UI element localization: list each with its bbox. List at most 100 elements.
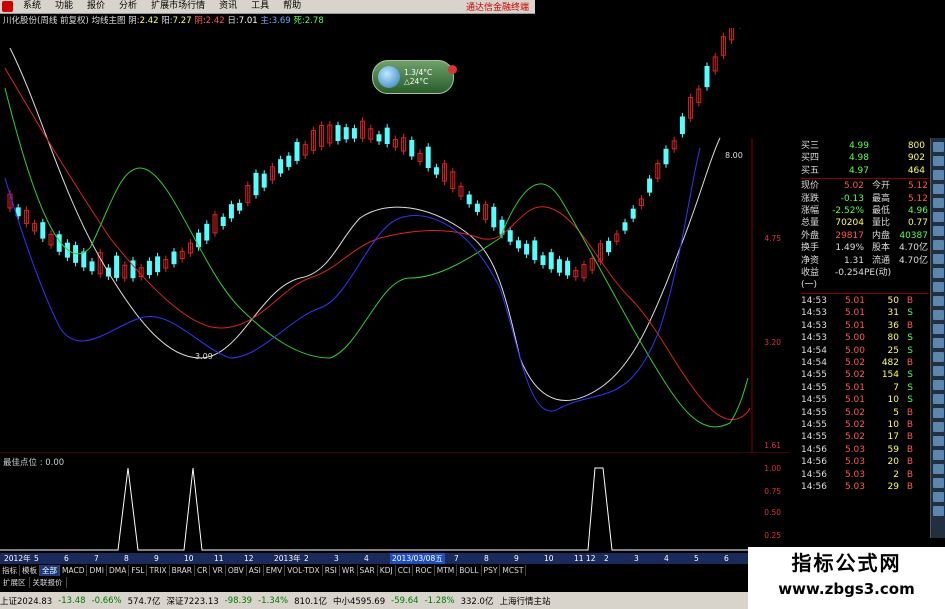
tick-direction: B	[906, 320, 913, 331]
tab-fsl[interactable]: FSL	[129, 565, 148, 576]
status-item: -1.28%	[424, 595, 455, 606]
candle-body	[89, 261, 95, 272]
toolbar-button[interactable]	[933, 380, 944, 390]
toolbar-button[interactable]	[933, 268, 944, 278]
tab-psy[interactable]: PSY	[482, 565, 501, 576]
subtab[interactable]: 扩展区	[0, 577, 30, 588]
quote-row: 现价 5.02 今开 5.12	[801, 180, 929, 192]
tick-direction: S	[907, 345, 913, 356]
tab-macd[interactable]: MACD	[60, 565, 88, 576]
tab-rsi[interactable]: RSI	[323, 565, 340, 576]
date-tick: 8	[484, 554, 489, 563]
tick-row: 14:56 5.03 2 B	[801, 469, 929, 481]
close-icon[interactable]	[448, 65, 457, 74]
tab-sar[interactable]: SAR	[358, 565, 378, 576]
tab-dmi[interactable]: DMI	[87, 565, 107, 576]
toolbar-button[interactable]	[933, 408, 944, 418]
tab-trix[interactable]: TRIX	[147, 565, 170, 576]
quote-label: 涨跌	[801, 193, 820, 204]
tick-direction: B	[906, 295, 913, 306]
toolbar-button[interactable]	[933, 156, 944, 166]
tab-vr[interactable]: VR	[210, 565, 226, 576]
menu-extended-market[interactable]: 扩展市场行情	[144, 0, 212, 13]
low-value: 2.42	[205, 16, 225, 26]
indicator-chart[interactable]	[0, 462, 760, 552]
tick-row: 14:55 5.02 154 S	[801, 369, 929, 381]
toolbar-button[interactable]	[933, 394, 944, 404]
subtab[interactable]: 关联报价	[30, 577, 67, 588]
candle-body	[409, 140, 415, 157]
tab-dma[interactable]: DMA	[107, 565, 130, 576]
tab-obv[interactable]: OBV	[226, 565, 247, 576]
order-price: 4.99	[848, 141, 869, 151]
toolbar-button[interactable]	[933, 310, 944, 320]
weather-widget[interactable]: 1.3/4°C △24°C	[372, 60, 457, 94]
menu-news[interactable]: 资讯	[212, 0, 244, 13]
toolbar-button[interactable]	[933, 366, 944, 376]
quote-value: 5.12	[907, 181, 928, 192]
tab-mcst[interactable]: MCST	[500, 565, 527, 576]
quote-label: 最低	[871, 206, 890, 217]
menu-function[interactable]: 功能	[48, 0, 80, 13]
toolbar-button[interactable]	[933, 226, 944, 236]
status-item: 深证7223.13	[166, 596, 219, 607]
tick-volume: 50	[887, 295, 899, 306]
toolbar-button[interactable]	[933, 450, 944, 460]
toolbar-button[interactable]	[933, 464, 944, 474]
candle-body	[376, 134, 382, 142]
toolbar-button[interactable]	[933, 352, 944, 362]
tab-cr[interactable]: CR	[195, 565, 211, 576]
toolbar-button[interactable]	[933, 240, 944, 250]
high-label: 阳	[161, 16, 170, 26]
menu-analysis[interactable]: 分析	[112, 0, 144, 13]
tab-emv[interactable]: EMV	[264, 565, 286, 576]
tick-price: 5.03	[844, 457, 865, 468]
menu-quote[interactable]: 报价	[80, 0, 112, 13]
menu-tools[interactable]: 工具	[244, 0, 276, 13]
axis-label-ind-3: 0.50	[764, 508, 781, 517]
tab-cci[interactable]: CCI	[396, 565, 414, 576]
quote-label: 涨幅	[801, 206, 820, 217]
candle-body	[425, 146, 431, 169]
toolbar-button[interactable]	[933, 422, 944, 432]
tab-boll[interactable]: BOLL	[457, 565, 482, 576]
toolbar-button[interactable]	[933, 254, 944, 264]
toolbar-button[interactable]	[933, 506, 944, 516]
tab-全部[interactable]: 全部	[40, 565, 60, 576]
tab-模板[interactable]: 模板	[20, 565, 40, 576]
right-toolbar	[930, 138, 945, 538]
tab-roc[interactable]: ROC	[413, 565, 435, 576]
toolbar-button[interactable]	[933, 338, 944, 348]
toolbar-button[interactable]	[933, 492, 944, 502]
menu-system[interactable]: 系统	[16, 0, 48, 13]
toolbar-button[interactable]	[933, 282, 944, 292]
tab-指标[interactable]: 指标	[0, 565, 20, 576]
indicator-line	[0, 467, 760, 551]
toolbar-button[interactable]	[933, 142, 944, 152]
high-value: 7.27	[172, 16, 192, 26]
tab-mtm[interactable]: MTM	[435, 565, 458, 576]
toolbar-button[interactable]	[933, 170, 944, 180]
toolbar-button[interactable]	[933, 198, 944, 208]
divider	[801, 178, 929, 180]
tab-asi[interactable]: ASI	[247, 565, 264, 576]
toolbar-button[interactable]	[933, 184, 944, 194]
menu-help[interactable]: 帮助	[276, 0, 308, 13]
candle-body	[622, 222, 628, 231]
toolbar-button[interactable]	[933, 212, 944, 222]
tab-kdj[interactable]: KDJ	[378, 565, 396, 576]
status-item: -1.34%	[258, 595, 289, 606]
toolbar-button[interactable]	[933, 478, 944, 488]
candle-body	[261, 173, 267, 188]
order-row: 买五 4.97 464	[801, 165, 929, 177]
tick-price: 5.01	[844, 295, 865, 306]
tab-brar[interactable]: BRAR	[170, 565, 196, 576]
toolbar-button[interactable]	[933, 324, 944, 334]
date-tick: 6	[724, 554, 729, 563]
tab-wr[interactable]: WR	[340, 565, 358, 576]
quote-value: 0.77	[907, 218, 928, 229]
toolbar-button[interactable]	[933, 436, 944, 446]
tab-vol-tdx[interactable]: VOL-TDX	[285, 565, 323, 576]
toolbar-button[interactable]	[933, 296, 944, 306]
tick-time: 14:55	[801, 395, 827, 406]
